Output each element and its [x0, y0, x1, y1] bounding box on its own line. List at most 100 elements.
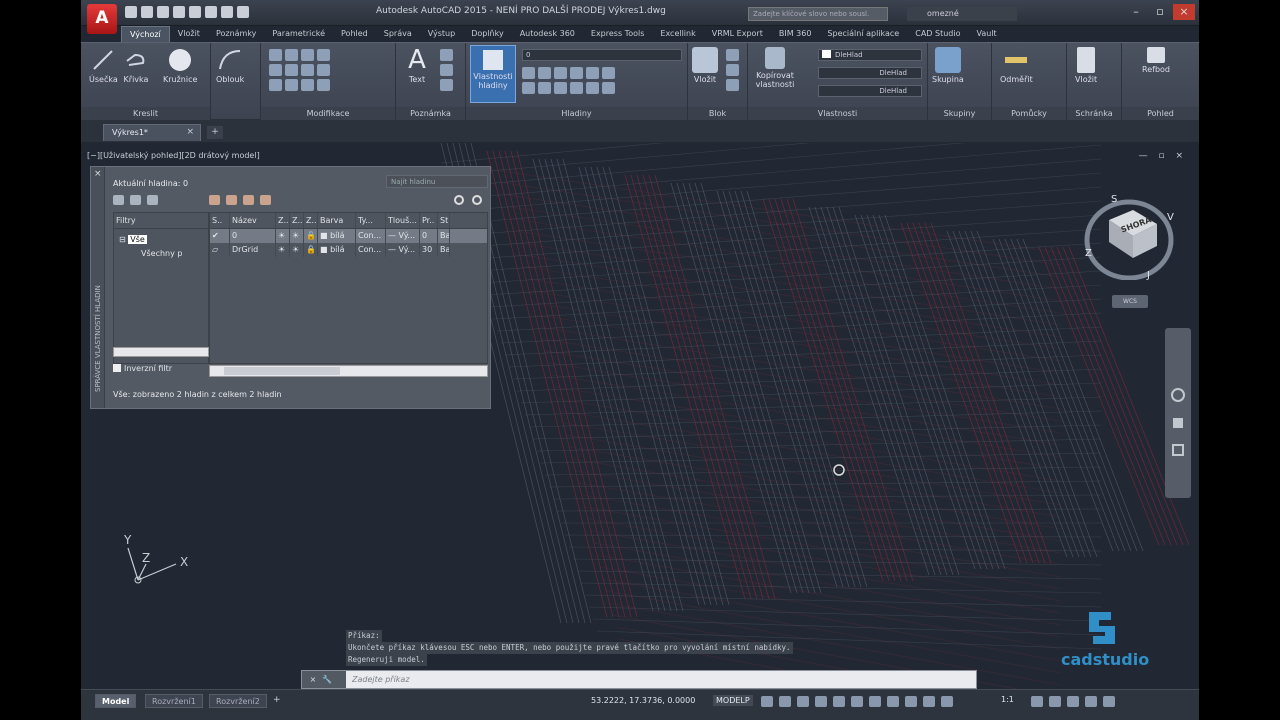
tab-výchozí[interactable]: Výchozí [121, 26, 170, 42]
snap-tracking-icon[interactable] [869, 696, 881, 707]
tab-doplňky[interactable]: Doplňky [463, 26, 512, 42]
filter-item-all[interactable]: ⊟ Vše [119, 233, 208, 247]
cloud-icon[interactable] [189, 6, 201, 18]
layer-cell[interactable]: Con... [356, 229, 386, 243]
palette-title-bar[interactable]: × SPRÁVCE VLASTNOSTÍ HLADIN [91, 167, 105, 408]
tab-vrml-export[interactable]: VRML Export [704, 26, 771, 42]
column-header[interactable]: Z.. [276, 213, 290, 228]
layer-current-icon[interactable] [586, 67, 599, 79]
new-icon[interactable] [125, 6, 137, 18]
column-header[interactable]: Barva [318, 213, 356, 228]
command-line[interactable]: ×🔧 Zadejte příkaz [301, 670, 977, 689]
annotation-scale[interactable]: 1:1 [1001, 695, 1014, 704]
copy-icon[interactable] [269, 64, 282, 76]
layer-cell[interactable]: ■ bílá [318, 229, 356, 243]
selection-cycling-icon[interactable] [923, 696, 935, 707]
array-icon[interactable] [301, 79, 314, 91]
layer-freeze-icon[interactable] [554, 67, 567, 79]
compass-west[interactable]: Z [1085, 248, 1092, 259]
move-icon[interactable] [269, 49, 282, 61]
column-header[interactable]: Z.. [290, 213, 304, 228]
layer-cell[interactable]: ☀ [290, 229, 304, 243]
layer-isolate-icon[interactable] [538, 67, 551, 79]
close-icon[interactable]: × [1173, 4, 1195, 20]
customize-icon[interactable] [1103, 696, 1115, 707]
grid-icon[interactable] [761, 696, 773, 707]
compass-east[interactable]: V [1167, 212, 1174, 223]
layer-dropdown[interactable]: 0 [522, 49, 682, 61]
stretch-icon[interactable] [269, 79, 282, 91]
edit-block-icon[interactable] [726, 64, 739, 76]
hardware-acceleration-icon[interactable] [1067, 696, 1079, 707]
tab-poznámky[interactable]: Poznámky [208, 26, 264, 42]
steering-wheel-icon[interactable] [1171, 388, 1185, 402]
close-document-icon[interactable]: × [186, 127, 194, 137]
fillet-icon[interactable] [301, 64, 314, 76]
polyline-button[interactable]: Křivka [123, 47, 149, 84]
isodraft-icon[interactable] [833, 696, 845, 707]
panel-label-draw[interactable]: Kreslit [81, 107, 210, 121]
layer-cell[interactable]: ▱ [210, 243, 230, 257]
line-button[interactable]: Úsečka [89, 47, 118, 84]
group-button[interactable]: Skupina [932, 47, 964, 84]
viewcube[interactable]: SHORA S V J Z [1081, 190, 1181, 281]
minimize-icon[interactable]: – [1125, 4, 1147, 20]
layer-cell[interactable]: ☀ [290, 243, 304, 257]
save-as-icon[interactable] [173, 6, 185, 18]
column-header[interactable]: Název [230, 213, 276, 228]
maximize-icon[interactable]: ▫ [1149, 4, 1171, 20]
application-menu-button[interactable]: A [87, 4, 117, 34]
undo-icon[interactable] [221, 6, 233, 18]
new-layer-frozen-icon[interactable] [226, 195, 237, 205]
compass-north[interactable]: S [1111, 194, 1117, 205]
layer-unisolate-icon[interactable] [522, 82, 535, 94]
panel-label-layers[interactable]: Hladiny [466, 107, 687, 121]
set-current-icon[interactable] [260, 195, 271, 205]
base-point-button[interactable]: Refbod [1142, 47, 1170, 74]
layer-search-input[interactable]: Najít hladinu [386, 175, 488, 188]
leader-icon[interactable] [440, 64, 453, 76]
layer-walk-icon[interactable] [586, 82, 599, 94]
help-search-input[interactable]: Zadejte klíčové slovo nebo sousl. [748, 7, 888, 21]
column-header[interactable]: Z.. [304, 213, 318, 228]
offset-icon[interactable] [317, 79, 330, 91]
tab-layout1[interactable]: Rozvržení1 [145, 694, 203, 708]
redo-icon[interactable] [237, 6, 249, 18]
tab-model[interactable]: Model [95, 694, 137, 708]
ortho-icon[interactable] [797, 696, 809, 707]
panel-label-annotation[interactable]: Poznámka [396, 107, 465, 121]
layer-cell[interactable]: ☀ [276, 229, 290, 243]
delete-layer-icon[interactable] [243, 195, 254, 205]
layer-cell[interactable]: — Vý... [386, 229, 420, 243]
layer-unlock-icon[interactable] [570, 82, 583, 94]
pan-icon[interactable] [1173, 418, 1183, 428]
transparency-icon[interactable] [905, 696, 917, 707]
tab-vault[interactable]: Vault [968, 26, 1004, 42]
layer-cell[interactable]: Con... [356, 243, 386, 257]
column-header[interactable]: Pr.. [420, 213, 438, 228]
zoom-icon[interactable] [1172, 444, 1184, 456]
new-group-filter-icon[interactable] [130, 195, 141, 205]
document-tab-vykres1[interactable]: Výkres1* × [103, 124, 201, 141]
mirror-icon[interactable] [285, 64, 298, 76]
linetype-dropdown[interactable]: DleHlad [818, 67, 922, 79]
rotate-icon[interactable] [285, 49, 298, 61]
layer-merge-icon[interactable] [602, 82, 615, 94]
layer-list-scrollbar[interactable] [209, 365, 488, 377]
layer-cell[interactable]: Ba [438, 243, 450, 257]
command-input[interactable]: Zadejte příkaz [352, 671, 410, 688]
user-signin[interactable]: omezné [907, 7, 1017, 21]
match-properties-button[interactable]: Kopírovat vlastnosti [752, 47, 798, 89]
filters-scrollbar[interactable] [113, 347, 209, 357]
tab-cad-studio[interactable]: CAD Studio [907, 26, 968, 42]
text-button[interactable]: A Text [404, 47, 430, 84]
dimension-icon[interactable] [440, 49, 453, 61]
layer-lock-icon[interactable] [570, 67, 583, 79]
object-snap-icon[interactable] [851, 696, 863, 707]
viewport-window-buttons[interactable]: — ▫ × [1139, 151, 1187, 161]
tab-excellink[interactable]: Excellink [652, 26, 703, 42]
invert-filter-checkbox[interactable]: Inverzní filtr [113, 364, 172, 373]
scroll-thumb[interactable] [224, 367, 340, 375]
layer-thaw-icon[interactable] [554, 82, 567, 94]
isolate-objects-icon[interactable] [1049, 696, 1061, 707]
